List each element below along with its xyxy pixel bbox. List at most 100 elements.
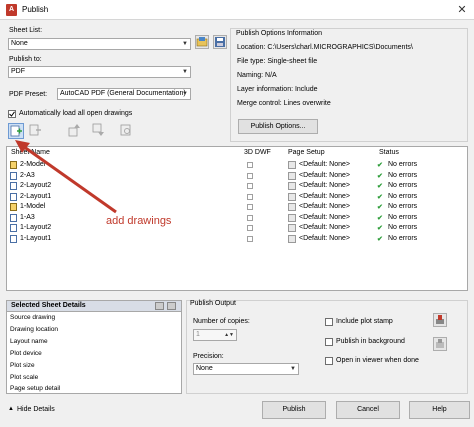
col-3d-dwf[interactable]: 3D DWF bbox=[244, 149, 271, 156]
include-plot-stamp-label: Include plot stamp bbox=[336, 318, 393, 325]
selected-sheet-details-heading: Selected Sheet Details bbox=[11, 302, 86, 309]
page-setup-icon bbox=[288, 171, 296, 180]
selected-sheet-details-list: Source drawing Drawing location Layout n… bbox=[6, 312, 182, 394]
up-arrow-icon: ▲ bbox=[8, 406, 14, 412]
precision-value: None bbox=[196, 365, 213, 372]
hide-details-link[interactable]: Hide Details bbox=[17, 406, 55, 413]
autocad-icon: A bbox=[6, 4, 17, 16]
layout-sheet-icon bbox=[10, 224, 17, 232]
close-icon[interactable]: ✕ bbox=[455, 3, 469, 17]
page-setup-cell[interactable]: <Default: None> bbox=[299, 235, 350, 242]
include-plot-stamp-checkbox[interactable] bbox=[325, 318, 333, 326]
page-setup-cell[interactable]: <Default: None> bbox=[299, 182, 350, 189]
open-folder-icon bbox=[196, 37, 208, 47]
publish-options-button[interactable]: Publish Options... bbox=[238, 119, 318, 134]
precision-select[interactable]: None ▼ bbox=[193, 363, 299, 375]
pdf-preset-select[interactable]: AutoCAD PDF (General Documentation) ▼ bbox=[57, 88, 191, 100]
chevron-down-icon: ▼ bbox=[182, 69, 188, 75]
3d-dwf-checkbox[interactable] bbox=[247, 193, 253, 200]
status-cell: No errors bbox=[388, 171, 418, 179]
layout-sheet-icon bbox=[10, 234, 17, 243]
save-sheet-list-button[interactable] bbox=[213, 35, 227, 49]
page-setup-cell[interactable]: <Default: None> bbox=[299, 203, 350, 210]
publish-in-background-label: Publish in background bbox=[336, 338, 405, 345]
page-setup-cell[interactable]: <Default: None> bbox=[299, 193, 350, 200]
status-ok-icon: ✔ bbox=[377, 235, 383, 243]
status-cell: No errors bbox=[388, 182, 418, 189]
file-type-text: File type: Single-sheet file bbox=[237, 58, 318, 65]
preview-icon bbox=[120, 124, 131, 136]
save-icon bbox=[215, 37, 225, 47]
copies-value: 1 bbox=[196, 331, 200, 338]
status-ok-icon: ✔ bbox=[377, 162, 383, 169]
publish-output-group bbox=[186, 300, 468, 394]
detail-drawing-location: Drawing location bbox=[10, 326, 59, 333]
auto-load-label: Automatically load all open drawings bbox=[19, 110, 133, 117]
stamp-settings-icon bbox=[436, 339, 444, 348]
page-setup-cell[interactable]: <Default: None> bbox=[299, 172, 350, 179]
copies-spinner[interactable]: 1 ▲▼ bbox=[193, 329, 237, 341]
detail-plot-device: Plot device bbox=[10, 350, 42, 357]
status-ok-icon: ✔ bbox=[377, 172, 383, 180]
status-cell: No errors bbox=[388, 161, 418, 168]
location-text: Location: C:\Users\charl.MICROGRAPHICS\D… bbox=[237, 44, 413, 51]
chevron-down-icon: ▼ bbox=[182, 91, 188, 97]
add-drawings-annotation: add drawings bbox=[106, 215, 172, 227]
sheet-name-cell: 1-Layout1 bbox=[20, 234, 52, 242]
page-setup-icon bbox=[288, 182, 296, 190]
pdf-preset-label: PDF Preset: bbox=[9, 91, 48, 98]
3d-dwf-checkbox[interactable] bbox=[247, 162, 253, 168]
cancel-button[interactable]: Cancel bbox=[336, 401, 400, 419]
page-setup-cell[interactable]: <Default: None> bbox=[299, 224, 350, 231]
page-setup-icon bbox=[288, 203, 296, 211]
3d-dwf-checkbox[interactable] bbox=[247, 183, 253, 189]
3d-dwf-checkbox[interactable] bbox=[247, 172, 253, 179]
status-cell: No errors bbox=[388, 203, 418, 210]
detail-source-drawing: Source drawing bbox=[10, 314, 56, 321]
page-setup-icon bbox=[288, 224, 296, 232]
page-setup-cell[interactable]: <Default: None> bbox=[299, 161, 350, 168]
plot-stamp-settings-button[interactable] bbox=[433, 313, 447, 327]
auto-load-checkbox[interactable] bbox=[8, 110, 16, 118]
page-setup-cell[interactable]: <Default: None> bbox=[299, 214, 350, 221]
table-row[interactable]: 1-Layout2 <Default: None> ✔ No errors bbox=[7, 223, 467, 233]
3d-dwf-checkbox[interactable] bbox=[247, 214, 253, 221]
sheet-name-cell: 1-Layout2 bbox=[20, 224, 52, 231]
sheet-list-select[interactable]: None ▼ bbox=[8, 38, 191, 50]
status-ok-icon: ✔ bbox=[377, 204, 383, 211]
publish-output-heading: Publish Output bbox=[190, 300, 236, 307]
publish-in-background-checkbox[interactable] bbox=[325, 338, 333, 346]
publish-to-select[interactable]: PDF ▼ bbox=[8, 66, 191, 78]
open-in-viewer-checkbox[interactable] bbox=[325, 357, 333, 365]
3d-dwf-checkbox[interactable] bbox=[247, 225, 253, 231]
preview-button[interactable] bbox=[119, 123, 135, 139]
plot-stamp-options-button[interactable] bbox=[433, 337, 447, 351]
detail-plot-scale: Plot scale bbox=[10, 374, 39, 381]
status-ok-icon: ✔ bbox=[377, 214, 383, 222]
copies-label: Number of copies: bbox=[193, 318, 250, 325]
3d-dwf-checkbox[interactable] bbox=[247, 235, 253, 242]
publish-options-heading: Publish Options Information bbox=[236, 30, 322, 37]
status-ok-icon: ✔ bbox=[377, 193, 383, 201]
detail-plot-size: Plot size bbox=[10, 362, 35, 369]
details-view-icon[interactable] bbox=[155, 302, 164, 310]
status-ok-icon: ✔ bbox=[377, 225, 383, 232]
selected-sheet-details-header: Selected Sheet Details bbox=[6, 300, 182, 312]
title-bar bbox=[0, 0, 474, 20]
detail-page-setup: Page setup detail bbox=[10, 385, 61, 392]
merge-control-text: Merge control: Lines overwrite bbox=[237, 100, 331, 107]
col-status[interactable]: Status bbox=[379, 149, 399, 156]
status-cell: No errors bbox=[388, 192, 418, 200]
details-options-icon[interactable] bbox=[167, 302, 176, 310]
red-arrow-annotation bbox=[15, 140, 117, 214]
chevron-down-icon: ▼ bbox=[290, 366, 296, 372]
help-button[interactable]: Help bbox=[409, 401, 470, 419]
open-in-viewer-label: Open in viewer when done bbox=[336, 357, 419, 364]
pdf-preset-value: AutoCAD PDF (General Documentation) bbox=[60, 90, 186, 97]
status-ok-icon: ✔ bbox=[377, 183, 383, 190]
col-page-setup[interactable]: Page Setup bbox=[288, 149, 325, 156]
3d-dwf-checkbox[interactable] bbox=[247, 204, 253, 210]
table-row[interactable]: 1-Layout1 <Default: None> ✔ No errors bbox=[7, 234, 467, 244]
load-sheet-list-button[interactable] bbox=[195, 35, 209, 49]
publish-button[interactable]: Publish bbox=[262, 401, 326, 419]
